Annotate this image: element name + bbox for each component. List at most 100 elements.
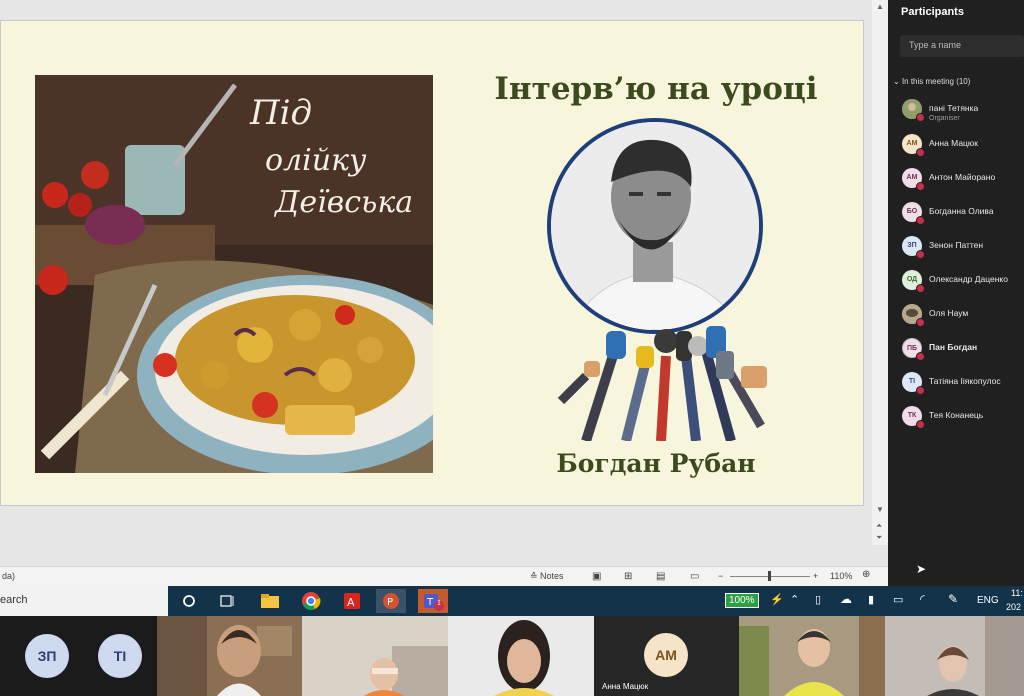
slide-speaker-name: Богдан Рубан [556, 449, 756, 478]
participant-search-input[interactable]: Type a name [900, 35, 1024, 57]
food-title-line1: Під [250, 93, 313, 133]
svg-text:A: A [347, 596, 355, 609]
slide[interactable]: Під олійку Деївська Інтерв’ю на уроці Бо… [0, 20, 864, 506]
video-tile-participant[interactable] [157, 616, 302, 696]
prev-slide-icon[interactable]: ⏶ [876, 521, 882, 531]
avatar: АМ [644, 633, 688, 677]
participant-row[interactable]: ПБ Пан Богдан [902, 338, 1024, 362]
presence-busy-icon [916, 250, 925, 259]
participants-title: Participants [901, 6, 964, 18]
powerpoint-statusbar: da) ≙ Notes ▣ ⊞ ▤ ▭ − + 110% ⊕ [0, 566, 888, 587]
participant-row[interactable]: Оля Наум [902, 304, 1024, 328]
participant-row[interactable]: АМ Анна Мацюк [902, 134, 1024, 158]
presence-busy-icon [916, 352, 925, 361]
microphones-illustration [556, 306, 771, 443]
battery-icon[interactable]: ▭ [893, 593, 903, 606]
mouse-cursor-icon: ➤ [916, 562, 927, 576]
taskbar-search-box[interactable]: earch [0, 586, 168, 616]
presence-busy-icon [916, 216, 925, 225]
windows-taskbar: earch A P T1 100% ⚡ ⌃ ▯ ☁ ▮ ▭ ◜ ✎ ENG 11… [0, 586, 1024, 616]
zoom-slider-thumb[interactable] [768, 571, 771, 581]
normal-view-icon[interactable]: ▣ [592, 571, 601, 582]
status-left-text: da) [2, 571, 16, 581]
participant-row[interactable]: пані Тетянка Organiser [902, 99, 1024, 123]
file-explorer-icon[interactable] [255, 589, 285, 613]
task-view-icon[interactable] [213, 589, 243, 613]
zoom-value[interactable]: 110% [830, 571, 852, 581]
video-tile-participant[interactable] [448, 616, 594, 696]
video-tile-avatar[interactable]: АМ Анна Мацюк [594, 616, 739, 696]
clock-time[interactable]: 11: [1011, 588, 1023, 598]
vertical-scrollbar[interactable]: ▲ ▼ ⏶ ⏷ [872, 0, 888, 545]
clock-date[interactable]: 202 [1006, 602, 1021, 612]
portrait-photo [547, 118, 763, 334]
avatar: ТІ [98, 634, 142, 678]
participant-name: Богданна Олива [929, 206, 994, 216]
participant-name: пані Тетянка [929, 103, 979, 113]
wifi-icon[interactable]: ◜ [920, 592, 925, 606]
svg-text:T: T [426, 597, 434, 608]
food-photo: Під олійку Деївська [35, 75, 433, 473]
in-meeting-label: In this meeting (10) [901, 77, 971, 86]
zoom-in-icon[interactable]: + [813, 571, 818, 581]
participant-row[interactable]: БО Богданна Олива [902, 202, 1024, 226]
scroll-down-icon[interactable]: ▼ [876, 505, 884, 514]
participant-name: Татіяна Ііякопулос [929, 376, 1001, 386]
food-title-line3: Деївська [275, 185, 414, 220]
notes-icon: ≙ [530, 571, 541, 581]
participant-name: Зенон Паттен [929, 240, 984, 250]
device-icon[interactable]: ▯ [815, 593, 821, 606]
cortana-icon[interactable] [176, 589, 206, 613]
participant-row[interactable]: ЗП Зенон Паттен [902, 236, 1024, 260]
participant-role: Organiser [929, 115, 960, 122]
presence-busy-icon [916, 284, 925, 293]
scroll-up-icon[interactable]: ▲ [876, 2, 884, 11]
food-title-line2: олійку [265, 143, 367, 178]
teams-badge: 1 [437, 600, 441, 607]
teams-icon[interactable]: T1 [418, 589, 448, 613]
reading-view-icon[interactable]: ▤ [656, 571, 665, 582]
participant-name: Оля Наум [929, 308, 969, 318]
slide-title: Інтерв’ю на уроці [494, 71, 818, 107]
video-tile-participant[interactable] [739, 616, 885, 696]
participant-row[interactable]: ТК Тея Конанець [902, 406, 1024, 430]
slide-sorter-icon[interactable]: ⊞ [624, 571, 632, 582]
onedrive-icon[interactable]: ☁ [840, 592, 852, 606]
zoom-out-icon[interactable]: − [718, 571, 723, 581]
fit-slide-icon[interactable]: ⊕ [862, 569, 870, 580]
chevron-down-icon: ⌄ [893, 77, 902, 86]
presence-busy-icon [916, 386, 925, 395]
usb-icon[interactable]: ▮ [868, 593, 874, 606]
presence-busy-icon [916, 182, 925, 191]
svg-text:P: P [387, 597, 393, 608]
chrome-icon[interactable] [296, 589, 326, 613]
video-strip: ЗП ТІ АМ Анна Мацюк [0, 616, 1024, 696]
show-hidden-icons-chevron[interactable]: ⌃ [790, 593, 799, 606]
participant-row[interactable]: ОД Олександр Даценко [902, 270, 1024, 294]
pen-icon[interactable]: ✎ [948, 592, 958, 606]
video-tile-avatars[interactable]: ЗП ТІ [0, 616, 157, 696]
slideshow-icon[interactable]: ▭ [690, 571, 699, 582]
presence-busy-icon [916, 148, 925, 157]
notes-label: Notes [540, 571, 564, 581]
participant-row[interactable]: ТІ Татіяна Ііякопулос [902, 372, 1024, 396]
participant-name: Антон Майорано [929, 172, 996, 182]
participant-name-label: Анна Мацюк [602, 682, 649, 691]
in-meeting-section-header[interactable]: ⌄ In this meeting (10) [893, 77, 970, 86]
acrobat-icon[interactable]: A [337, 589, 367, 613]
video-tile-participant[interactable] [885, 616, 1024, 696]
powerpoint-icon[interactable]: P [376, 589, 406, 613]
participant-name: Анна Мацюк [929, 138, 979, 148]
presence-busy-icon [916, 318, 925, 327]
presence-busy-icon [916, 113, 925, 122]
participants-panel: Participants Type a name ⌄ In this meeti… [888, 0, 1024, 586]
notes-button[interactable]: ≙ Notes [530, 571, 564, 582]
video-tile-participant[interactable] [302, 616, 448, 696]
battery-percentage[interactable]: 100% [725, 593, 759, 608]
language-indicator[interactable]: ENG [977, 595, 999, 606]
avatar: ЗП [25, 634, 69, 678]
next-slide-icon[interactable]: ⏷ [876, 533, 882, 543]
participant-row[interactable]: АМ Антон Майорано [902, 168, 1024, 192]
presence-busy-icon [916, 420, 925, 429]
power-plug-icon[interactable]: ⚡ [770, 593, 784, 606]
